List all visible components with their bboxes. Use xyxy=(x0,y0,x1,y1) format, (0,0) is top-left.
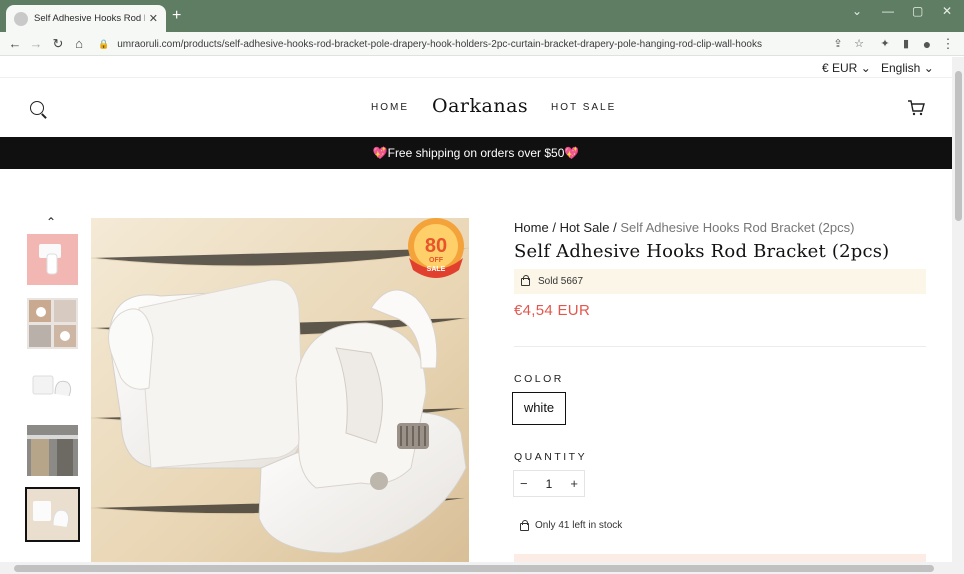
minimize-button[interactable]: — xyxy=(882,4,894,18)
new-tab-button[interactable]: + xyxy=(172,7,181,25)
browser-titlebar: Self Adhesive Hooks Rod Bracket ✕ + ⌄ — … xyxy=(0,0,964,32)
color-label: COLOR xyxy=(514,373,564,385)
banner-text: Free shipping on orders over $50 xyxy=(387,146,565,160)
quantity-stepper: − 1 + xyxy=(513,470,585,497)
nav-home[interactable]: HOME xyxy=(371,102,409,113)
breadcrumb: Home / Hot Sale / Self Adhesive Hooks Ro… xyxy=(514,220,854,235)
thumbnails-up-arrow-icon[interactable]: ⌃ xyxy=(46,215,56,229)
product-main-image[interactable]: 80 OFF SALE xyxy=(91,218,469,562)
badge-off: OFF xyxy=(429,257,444,264)
browser-toolbar: ← → ↻ ⌂ 🔒 umraoruli.com/products/self-ad… xyxy=(0,32,964,56)
bookmark-star-icon[interactable]: ☆ xyxy=(851,36,867,52)
product-price: €4,54 EUR xyxy=(514,302,591,319)
back-button[interactable]: ← xyxy=(6,35,24,53)
browser-menu-icon[interactable]: ⋮ xyxy=(940,36,956,52)
close-window-button[interactable]: ✕ xyxy=(942,4,952,18)
quantity-value[interactable]: 1 xyxy=(546,477,553,491)
breadcrumb-current: Self Adhesive Hooks Rod Bracket (2pcs) xyxy=(620,220,855,235)
tab-title: Self Adhesive Hooks Rod Bracket xyxy=(34,13,145,24)
browser-tab[interactable]: Self Adhesive Hooks Rod Bracket ✕ xyxy=(6,5,166,32)
horizontal-scrollbar[interactable] xyxy=(0,562,964,574)
collapse-icon[interactable]: ⌄ xyxy=(852,4,862,18)
announcement-banner: 💖Free shipping on orders over $50💖 xyxy=(0,137,952,169)
profile-icon[interactable]: ● xyxy=(919,36,935,52)
home-button[interactable]: ⌂ xyxy=(70,35,88,53)
header-divider xyxy=(0,77,952,78)
nav-hot-sale[interactable]: HOT SALE xyxy=(551,102,616,113)
sold-count-box: Sold 5667 xyxy=(514,269,926,294)
reload-button[interactable]: ↻ xyxy=(49,35,67,53)
heart-icon: 💖 xyxy=(372,146,388,160)
quantity-label: QUANTITY xyxy=(514,451,588,463)
url-text[interactable]: umraoruli.com/products/self-adhesive-hoo… xyxy=(117,39,762,50)
side-panel-icon[interactable]: ▮ xyxy=(898,36,914,52)
language-selector[interactable]: English ⌄ xyxy=(881,61,934,75)
thumbnail-2[interactable] xyxy=(27,298,78,349)
thumbnail-4[interactable] xyxy=(27,425,78,476)
heart-icon: 💖 xyxy=(564,146,580,160)
bag-icon xyxy=(520,520,529,531)
product-title: Self Adhesive Hooks Rod Bracket (2pcs) xyxy=(514,241,890,262)
sold-count: Sold 5667 xyxy=(538,276,584,287)
web-page: € EUR ⌄ English ⌄ HOME Oarkanas HOT SALE… xyxy=(0,57,952,562)
site-logo[interactable]: Oarkanas xyxy=(432,95,528,117)
favicon-icon xyxy=(14,11,28,26)
maximize-button[interactable]: ▢ xyxy=(912,4,923,18)
vertical-scrollbar[interactable] xyxy=(952,57,964,562)
thumbnail-1[interactable] xyxy=(27,234,78,285)
badge-sale: SALE xyxy=(427,266,446,273)
extensions-icon[interactable]: ✦ xyxy=(877,36,893,52)
chevron-down-icon: ⌄ xyxy=(923,61,934,75)
thumbnail-3[interactable] xyxy=(27,362,78,413)
scrollbar-thumb[interactable] xyxy=(955,71,962,221)
breadcrumb-separator: / xyxy=(552,220,556,235)
color-option-white[interactable]: white xyxy=(512,392,566,425)
breadcrumb-separator: / xyxy=(613,220,617,235)
badge-number: 80 xyxy=(425,235,447,257)
quantity-decrease-button[interactable]: − xyxy=(520,476,528,491)
currency-selector[interactable]: € EUR ⌄ xyxy=(822,61,871,75)
forward-button[interactable]: → xyxy=(27,35,45,53)
cart-icon[interactable] xyxy=(907,100,925,116)
close-tab-icon[interactable]: ✕ xyxy=(149,12,158,25)
share-icon[interactable]: ⇪ xyxy=(830,36,846,52)
thumbnail-5-selected[interactable] xyxy=(25,487,80,542)
address-bar[interactable]: 🔒 umraoruli.com/products/self-adhesive-h… xyxy=(94,34,874,54)
scrollbar-thumb[interactable] xyxy=(14,565,934,572)
lock-icon: 🔒 xyxy=(98,38,110,49)
bag-icon xyxy=(521,275,530,286)
add-to-cart-area[interactable] xyxy=(514,554,926,562)
search-icon[interactable] xyxy=(30,101,44,115)
breadcrumb-home[interactable]: Home xyxy=(514,220,549,235)
divider xyxy=(514,346,926,347)
stock-notice: Only 41 left in stock xyxy=(535,520,623,531)
chevron-down-icon: ⌄ xyxy=(860,61,871,75)
quantity-increase-button[interactable]: + xyxy=(570,476,578,491)
breadcrumb-hot-sale[interactable]: Hot Sale xyxy=(560,220,610,235)
